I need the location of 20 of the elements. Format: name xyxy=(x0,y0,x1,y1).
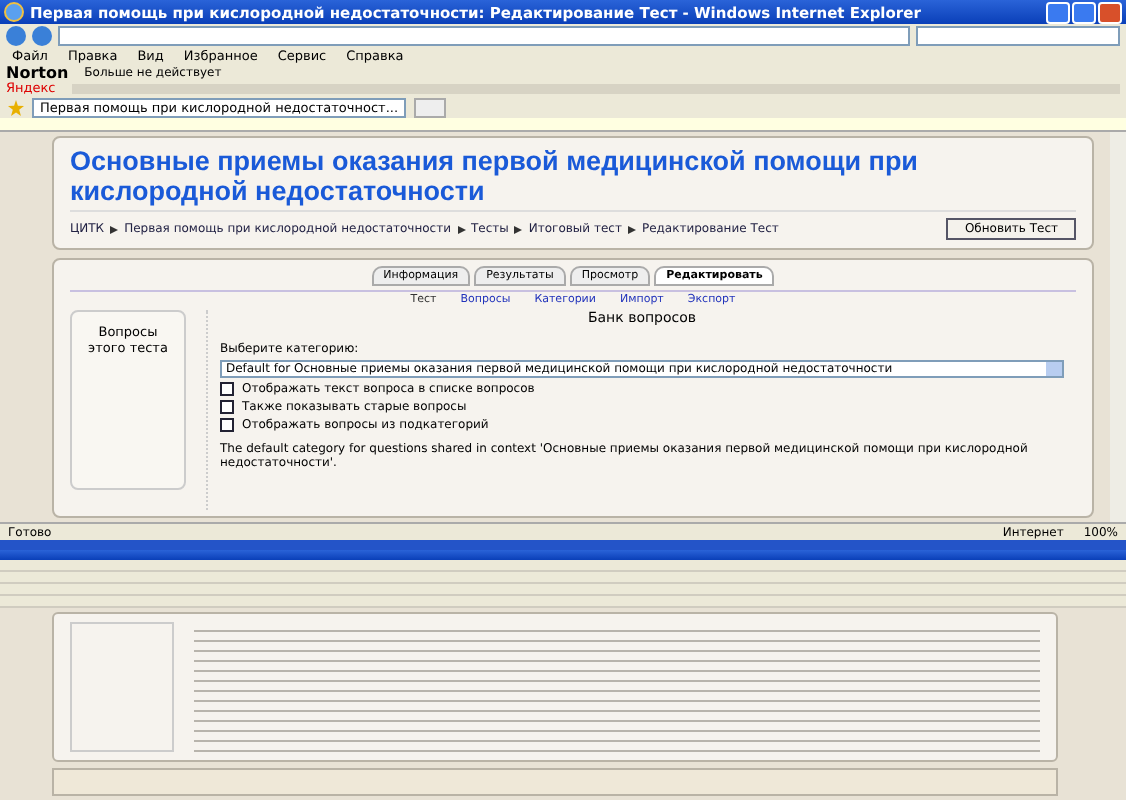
separator-arrow-icon xyxy=(514,225,523,233)
search-field[interactable] xyxy=(916,26,1120,46)
back-icon[interactable] xyxy=(6,26,26,46)
checkbox[interactable] xyxy=(220,382,234,396)
dropdown-icon xyxy=(1046,362,1062,376)
checkbox[interactable] xyxy=(220,400,234,414)
separator-arrow-icon xyxy=(110,225,119,233)
forward-icon[interactable] xyxy=(32,26,52,46)
close-icon[interactable] xyxy=(1098,1,1122,23)
browser-icon xyxy=(4,2,24,22)
course-heading: Основные приемы оказания первой медицинской помощи при кислородной недостаточности xyxy=(70,146,920,206)
minimize-icon[interactable] xyxy=(1046,1,1070,23)
separator-arrow-icon xyxy=(457,225,466,233)
side-block xyxy=(70,622,174,752)
address-field[interactable] xyxy=(58,26,910,46)
star-icon[interactable] xyxy=(8,99,24,115)
separator-arrow-icon xyxy=(627,225,636,233)
checkbox[interactable] xyxy=(220,418,234,432)
norton-logo: Norton xyxy=(6,63,69,81)
maximize-icon[interactable] xyxy=(1072,1,1096,23)
